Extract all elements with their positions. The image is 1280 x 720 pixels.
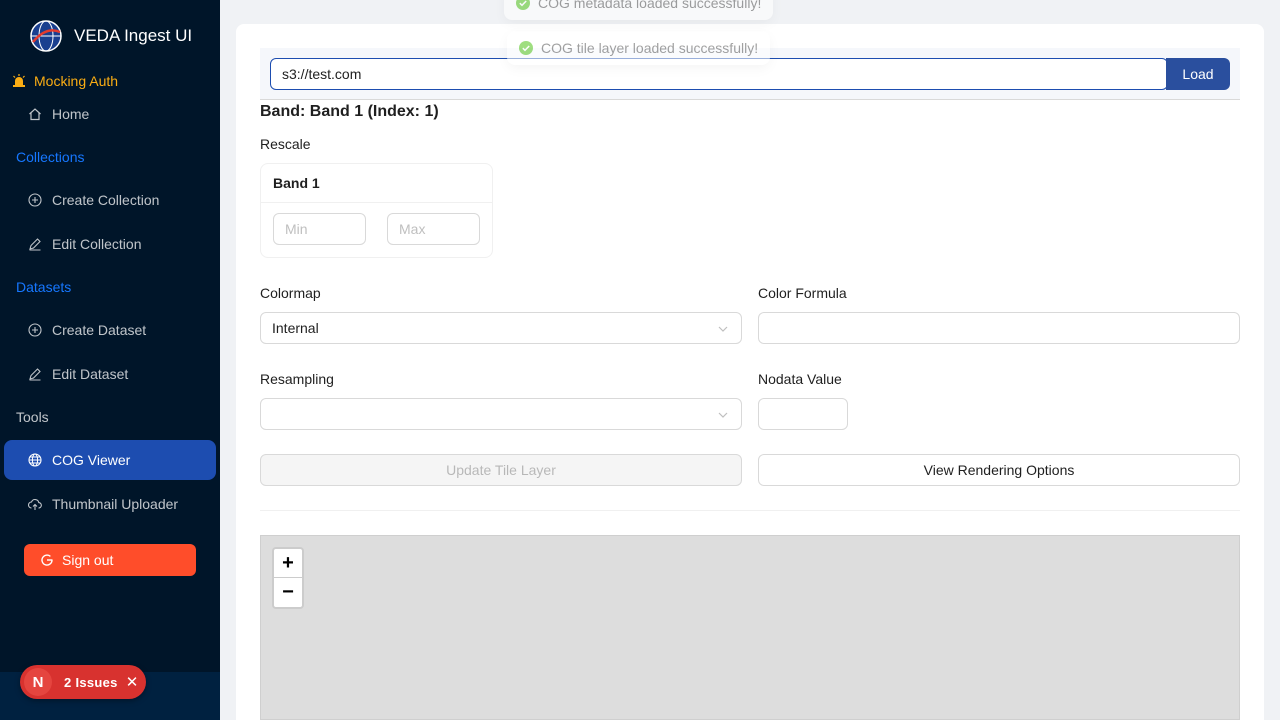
band-title: Band: Band 1 (Index: 1) bbox=[260, 103, 439, 120]
globe-icon bbox=[28, 453, 42, 467]
sidebar-item-label: Create Collection bbox=[52, 192, 160, 208]
check-circle-icon bbox=[519, 41, 533, 55]
color-formula-input[interactable] bbox=[758, 312, 1240, 344]
issues-count: 2 Issues bbox=[64, 674, 118, 690]
sidebar-item-label: Home bbox=[52, 106, 90, 122]
sign-out-button[interactable]: Sign out bbox=[24, 544, 196, 576]
sidebar-item-create-collection[interactable]: Create Collection bbox=[4, 180, 216, 220]
zoom-control: + − bbox=[272, 547, 304, 609]
app-title: VEDA Ingest UI bbox=[74, 26, 193, 45]
load-button[interactable]: Load bbox=[1166, 58, 1230, 90]
colormap-selected-value: Internal bbox=[272, 320, 319, 336]
sidebar-item-edit-collection[interactable]: Edit Collection bbox=[4, 224, 216, 264]
brand[interactable]: VEDA Ingest UI bbox=[30, 20, 192, 52]
rescale-max-input[interactable] bbox=[387, 213, 480, 245]
resampling-select[interactable] bbox=[260, 398, 742, 430]
close-icon[interactable]: ✕ bbox=[126, 673, 139, 691]
rescale-label: Rescale bbox=[260, 136, 311, 152]
zoom-in-button[interactable]: + bbox=[274, 549, 302, 578]
nextjs-logo-icon: N bbox=[24, 668, 52, 696]
chevron-down-icon bbox=[718, 326, 728, 332]
edit-icon bbox=[29, 368, 41, 381]
map-canvas[interactable] bbox=[260, 535, 1240, 720]
nodata-input[interactable] bbox=[758, 398, 848, 430]
nodata-label: Nodata Value bbox=[758, 371, 842, 387]
sidebar-item-thumbnail-uploader[interactable]: Thumbnail Uploader bbox=[4, 484, 216, 524]
zoom-out-button[interactable]: − bbox=[274, 578, 302, 607]
sidebar-group-collections: Collections bbox=[16, 149, 85, 165]
sidebar-item-label: Edit Collection bbox=[52, 236, 142, 252]
sidebar-item-create-dataset[interactable]: Create Dataset bbox=[4, 310, 216, 350]
sidebar-item-edit-dataset[interactable]: Edit Dataset bbox=[4, 354, 216, 394]
sidebar-item-label: Create Dataset bbox=[52, 322, 147, 338]
home-icon bbox=[29, 108, 41, 121]
toast-message: COG tile layer loaded successfully! bbox=[541, 40, 759, 56]
cloud-upload-icon bbox=[28, 498, 42, 510]
toast-metadata-loaded: COG metadata loaded successfully! bbox=[504, 0, 774, 20]
nasa-globe-logo-icon bbox=[30, 20, 62, 52]
sidebar-item-label: COG Viewer bbox=[52, 452, 131, 468]
mocking-auth-indicator: Mocking Auth bbox=[12, 73, 118, 89]
sign-out-label: Sign out bbox=[62, 552, 114, 568]
dev-issues-badge[interactable]: N 2 Issues ✕ bbox=[20, 665, 146, 699]
check-circle-icon bbox=[516, 0, 530, 10]
edit-icon bbox=[29, 238, 41, 251]
plus-circle-icon bbox=[28, 323, 42, 337]
sidebar-group-tools: Tools bbox=[16, 409, 49, 425]
view-rendering-options-button[interactable]: View Rendering Options bbox=[758, 454, 1240, 486]
rescale-card: Band 1 bbox=[260, 163, 493, 258]
alarm-icon bbox=[13, 74, 25, 87]
update-tile-layer-button[interactable]: Update Tile Layer bbox=[260, 454, 742, 486]
google-icon bbox=[41, 554, 53, 566]
toast-message: COG metadata loaded successfully! bbox=[538, 0, 762, 11]
sidebar-group-datasets: Datasets bbox=[16, 279, 72, 295]
sidebar-item-home[interactable]: Home bbox=[4, 94, 216, 134]
sidebar-item-label: Thumbnail Uploader bbox=[52, 496, 179, 512]
auth-label: Mocking Auth bbox=[34, 73, 119, 89]
sidebar-item-cog-viewer[interactable]: COG Viewer bbox=[4, 440, 216, 480]
rescale-min-input[interactable] bbox=[273, 213, 366, 245]
resampling-label: Resampling bbox=[260, 371, 334, 387]
section-divider bbox=[260, 510, 1240, 511]
colormap-label: Colormap bbox=[260, 285, 321, 301]
sidebar-item-label: Edit Dataset bbox=[52, 366, 129, 382]
plus-circle-icon bbox=[28, 193, 42, 207]
color-formula-label: Color Formula bbox=[758, 285, 847, 301]
colormap-select[interactable]: Internal bbox=[260, 312, 742, 344]
chevron-down-icon bbox=[718, 412, 728, 418]
rescale-card-title: Band 1 bbox=[261, 164, 492, 203]
toast-tile-layer-loaded: COG tile layer loaded successfully! bbox=[507, 31, 771, 65]
